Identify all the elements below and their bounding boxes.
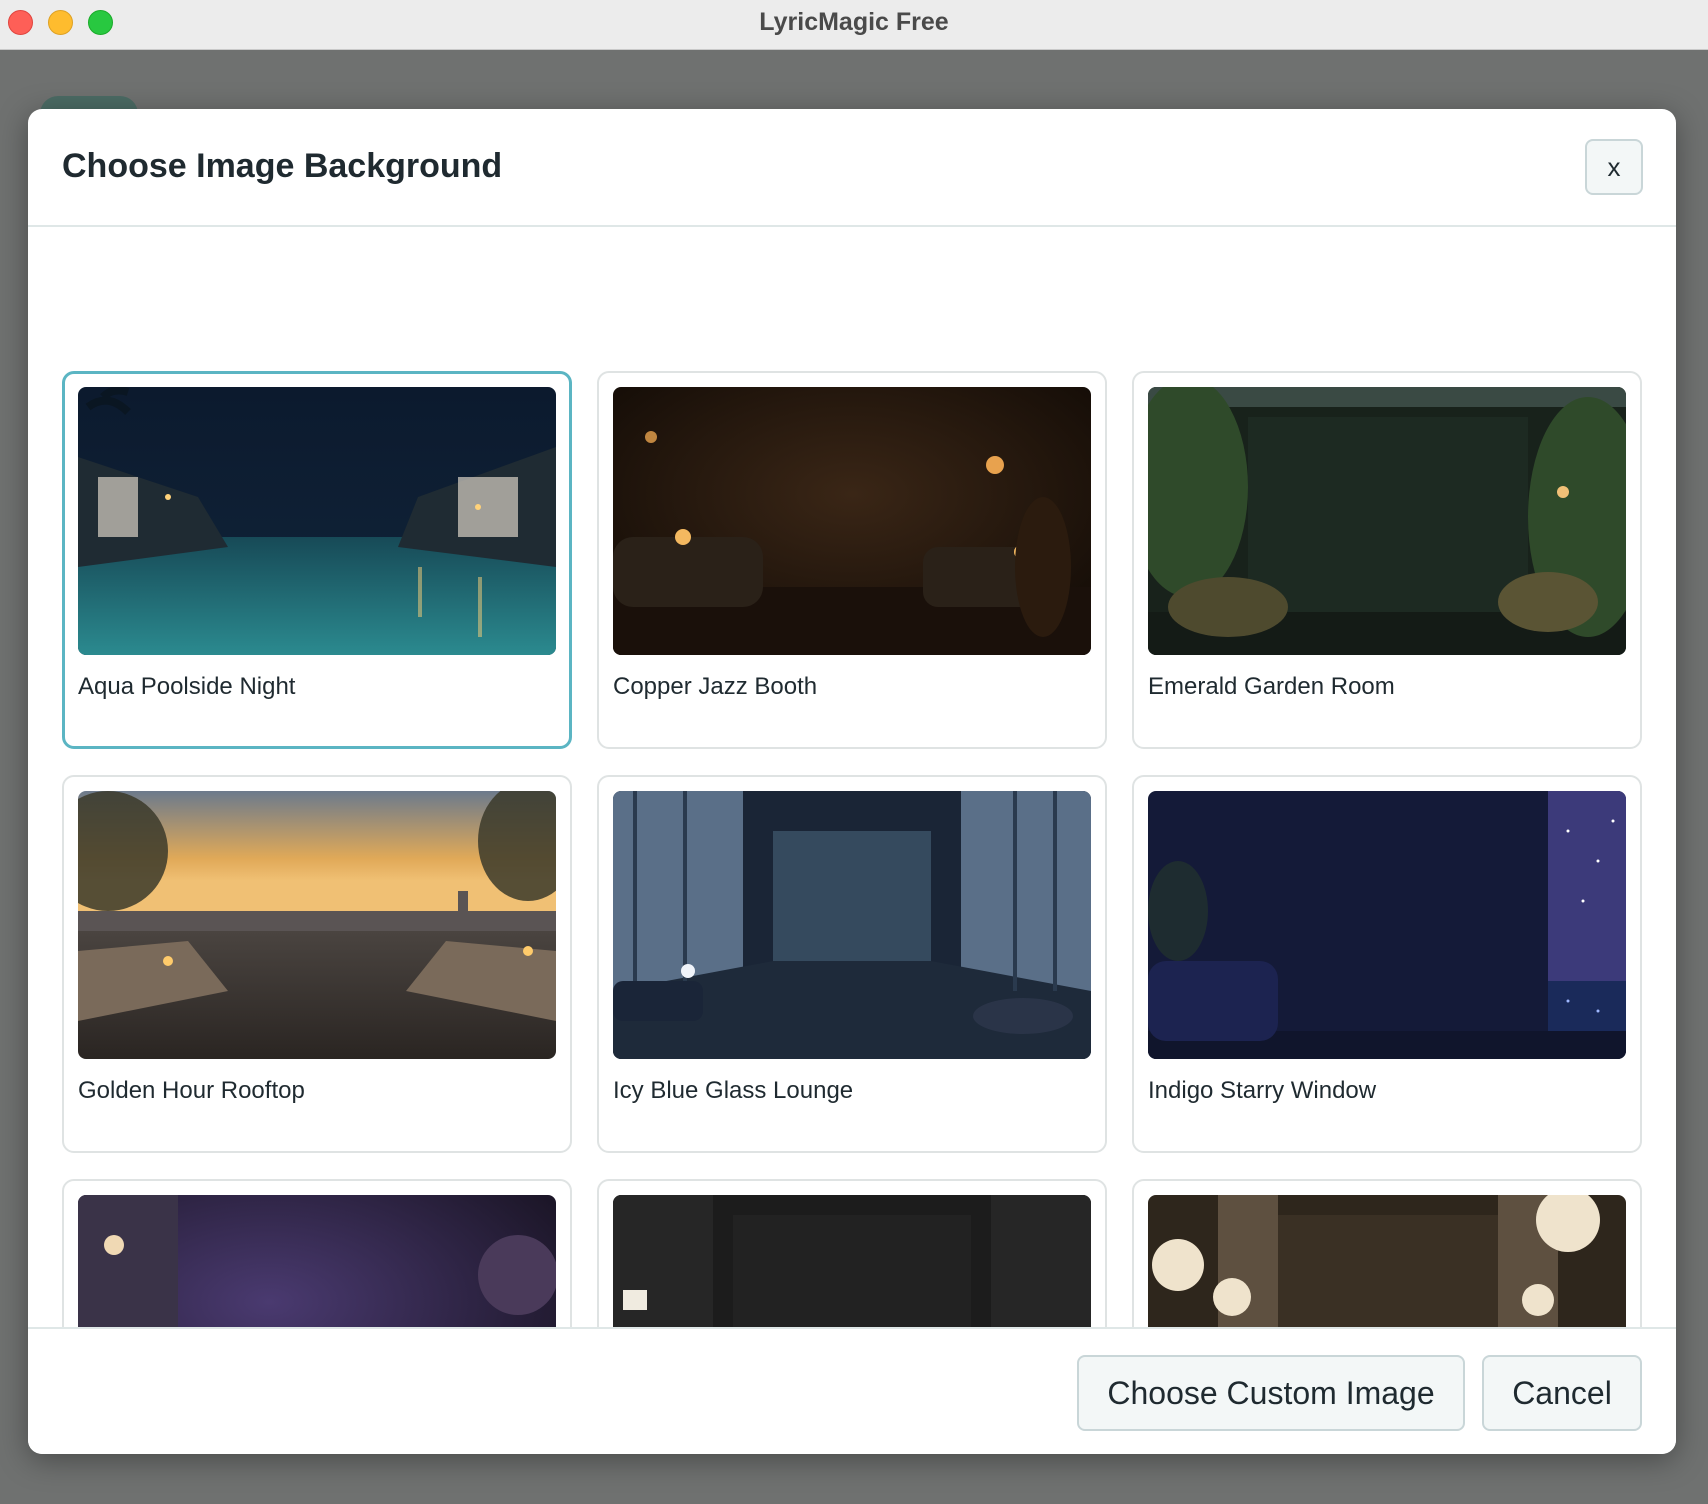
- window-titlebar: LyricMagic Free: [0, 0, 1708, 50]
- background-card-label: Aqua Poolside Night: [78, 673, 296, 700]
- background-grid[interactable]: Aqua Poolside Night Copper Jazz Booth Em…: [28, 227, 1676, 1437]
- starry-window-image: [1148, 791, 1626, 1059]
- choose-custom-image-button[interactable]: Choose Custom Image: [1077, 1355, 1465, 1431]
- background-card-icy-blue-glass-lounge[interactable]: Icy Blue Glass Lounge: [597, 775, 1107, 1153]
- background-card-indigo-starry-window[interactable]: Indigo Starry Window: [1132, 775, 1642, 1153]
- background-card-aqua-poolside-night[interactable]: Aqua Poolside Night: [62, 371, 572, 749]
- background-card-label: Emerald Garden Room: [1148, 673, 1395, 700]
- background-card-golden-hour-rooftop[interactable]: Golden Hour Rooftop: [62, 775, 572, 1153]
- background-card-copper-jazz-booth[interactable]: Copper Jazz Booth: [597, 371, 1107, 749]
- window-title: LyricMagic Free: [759, 8, 949, 36]
- background-card-emerald-garden-room[interactable]: Emerald Garden Room: [1132, 371, 1642, 749]
- background-thumbnail: [78, 387, 556, 655]
- background-thumbnail: [1148, 791, 1626, 1059]
- background-thumbnail: [78, 791, 556, 1059]
- background-thumbnail: [613, 387, 1091, 655]
- pool-night-image: [78, 387, 556, 655]
- rooftop-image: [78, 791, 556, 1059]
- background-card-label: Golden Hour Rooftop: [78, 1077, 305, 1104]
- dialog-close-button[interactable]: x: [1585, 139, 1643, 195]
- background-card-label: Icy Blue Glass Lounge: [613, 1077, 854, 1104]
- garden-room-image: [1148, 387, 1626, 655]
- jazz-booth-image: [613, 387, 1091, 655]
- background-card-label: Indigo Starry Window: [1148, 1077, 1377, 1104]
- glass-lounge-image: [613, 791, 1091, 1059]
- choose-image-background-dialog: Choose Image Background x Aqua Poolside …: [28, 109, 1676, 1454]
- background-thumbnail: [613, 791, 1091, 1059]
- dialog-header: Choose Image Background x: [28, 109, 1676, 227]
- background-card-label: Copper Jazz Booth: [613, 673, 818, 700]
- background-thumbnail: [1148, 387, 1626, 655]
- dialog-title: Choose Image Background: [62, 147, 503, 185]
- cancel-button[interactable]: Cancel: [1482, 1355, 1642, 1431]
- dialog-footer: Choose Custom Image Cancel: [28, 1327, 1676, 1454]
